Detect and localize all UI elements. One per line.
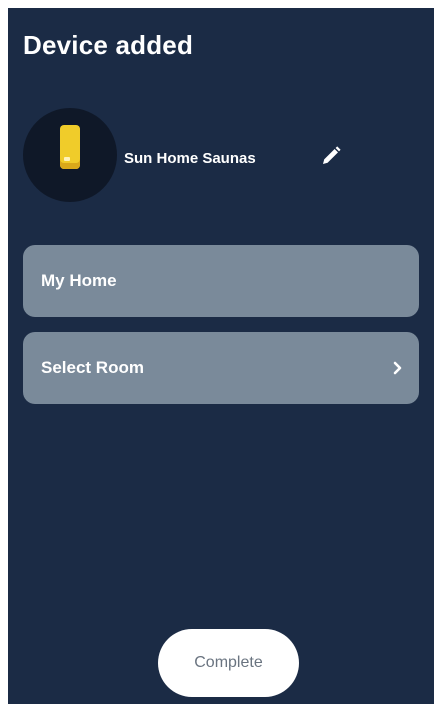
device-name: Sun Home Saunas [124, 150, 256, 167]
select-room-label: Select Room [41, 358, 144, 377]
edit-name-button[interactable] [319, 144, 343, 168]
page-title: Device added [23, 30, 194, 60]
home-label: My Home [41, 271, 117, 290]
chevron-right-icon [393, 361, 402, 375]
device-avatar [23, 108, 117, 202]
device-icon [60, 125, 80, 169]
home-row[interactable]: My Home [23, 245, 419, 317]
device-added-screen: Device added Sun Home Saunas My Home Sel… [8, 8, 434, 704]
select-room-row[interactable]: Select Room [23, 332, 419, 404]
complete-button[interactable]: Complete [158, 629, 299, 697]
pencil-icon [323, 146, 341, 164]
